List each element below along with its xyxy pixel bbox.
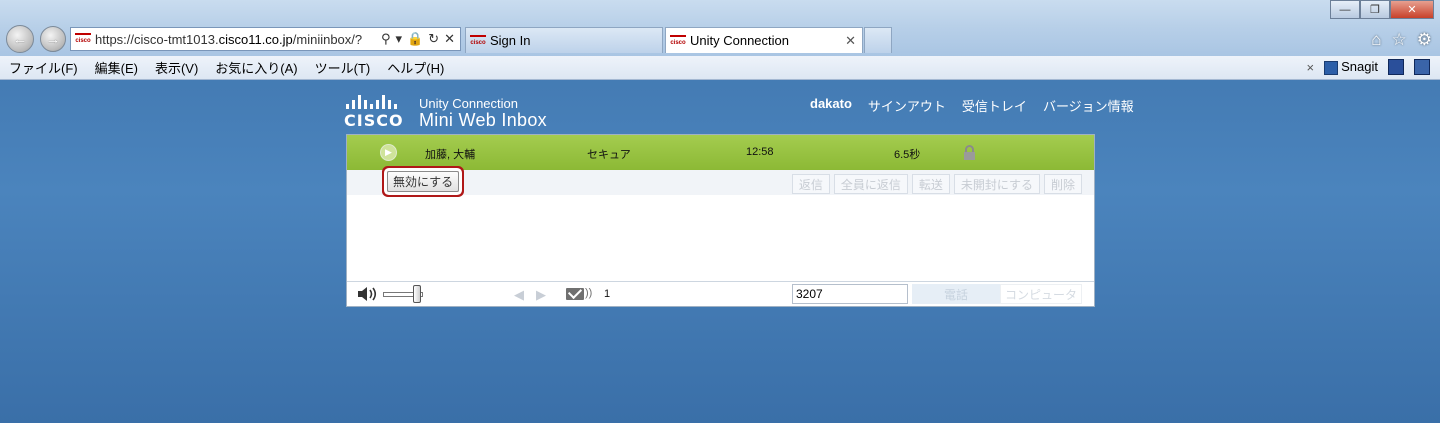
lock-icon — [964, 145, 975, 160]
menu-tools[interactable]: ツール(T) — [306, 58, 379, 77]
capture-icon[interactable] — [1414, 59, 1430, 75]
gear-icon[interactable]: ⚙ — [1417, 30, 1432, 50]
menu-favorites[interactable]: お気に入り(A) — [206, 58, 305, 77]
reply-all-button[interactable]: 全員に返信 — [833, 174, 908, 194]
favorites-star-icon[interactable]: ☆ — [1392, 30, 1407, 50]
phone-number-field[interactable] — [792, 284, 908, 304]
toolbar-close-icon[interactable]: × — [1307, 60, 1315, 75]
message-row[interactable]: ▶ 加藤, 大輔 セキュア 12:58 6.5秒 — [347, 135, 1094, 170]
url-path: /miniinbox/? — [292, 31, 363, 47]
phone-button[interactable]: 電話 — [912, 284, 1000, 304]
reply-button[interactable]: 返信 — [791, 174, 830, 194]
mark-unread-button[interactable]: 未開封にする — [953, 174, 1040, 194]
tab-sign-in[interactable]: cisco Sign In — [465, 27, 663, 53]
cisco-favicon-icon: cisco — [75, 33, 91, 45]
previous-message-icon[interactable]: ◀ — [514, 287, 524, 303]
new-tab-button[interactable] — [864, 27, 892, 53]
sound-wave-icon: )) — [585, 287, 593, 299]
username: dakato — [810, 96, 852, 111]
back-button[interactable]: ← — [6, 25, 34, 53]
message-sender: 加藤, 大輔 — [425, 149, 476, 161]
stop-icon[interactable]: ✕ — [444, 31, 455, 47]
forward-button[interactable]: → — [40, 26, 66, 52]
minimize-button[interactable]: — — [1330, 0, 1360, 19]
speaker-icon[interactable] — [357, 286, 379, 302]
cisco-favicon-icon: cisco — [670, 34, 686, 47]
url-scheme: https:// — [95, 31, 135, 47]
menu-file[interactable]: ファイル(F) — [0, 58, 86, 77]
computer-button[interactable]: コンピュータ — [1000, 284, 1082, 304]
window-controls: — ❐ ✕ — [1330, 0, 1434, 19]
message-duration: 6.5秒 — [894, 149, 921, 161]
message-type: セキュア — [587, 149, 631, 161]
address-text[interactable]: https://cisco-tmt1013.cisco11.co.jp/mini… — [95, 32, 377, 47]
menu-edit[interactable]: 編集(E) — [86, 58, 146, 77]
player-bar: ◀ ▶ )) 1 電話 コンピュータ — [347, 281, 1094, 306]
tab-label: Unity Connection — [690, 33, 789, 48]
cisco-wordmark: CISCO — [344, 111, 404, 130]
disable-button[interactable]: 無効にする — [387, 171, 460, 192]
play-button[interactable]: ▶ — [380, 144, 397, 161]
app-subtitle: Unity Connection — [419, 96, 518, 111]
refresh-icon[interactable]: ↻ — [428, 31, 439, 47]
browser-right-icons: ⌂ ☆ ⚙ — [1371, 30, 1432, 50]
inbox-link[interactable]: 受信トレイ — [962, 96, 1027, 115]
menu-view[interactable]: 表示(V) — [146, 58, 206, 77]
play-icon: ▶ — [385, 147, 392, 157]
message-count: 1 — [604, 288, 611, 300]
lock-icon[interactable]: 🔒 — [407, 31, 423, 47]
forward-message-button[interactable]: 転送 — [911, 174, 950, 194]
browser-titlebar: ← → cisco https://cisco-tmt1013.cisco11.… — [0, 0, 1440, 56]
actions-row: 無効にする 返信 全員に返信 転送 未開封にする 削除 — [347, 170, 1094, 195]
top-links: dakato サインアウト 受信トレイ バージョン情報 — [810, 96, 1134, 115]
snagit-label: Snagit — [1341, 59, 1378, 75]
tab-label: Sign In — [490, 33, 531, 48]
delete-button[interactable]: 削除 — [1043, 174, 1082, 194]
volume-slider-thumb[interactable] — [413, 285, 421, 303]
snagit-icon — [1324, 60, 1339, 75]
sign-out-link[interactable]: サインアウト — [868, 96, 946, 115]
version-info-link[interactable]: バージョン情報 — [1043, 96, 1134, 115]
url-host-prefix: cisco-tmt1013. — [134, 31, 219, 47]
calendar-icon[interactable] — [1388, 59, 1404, 75]
message-time: 12:58 — [746, 146, 774, 158]
next-message-icon[interactable]: ▶ — [536, 287, 546, 303]
inbox-panel: ▶ 加藤, 大輔 セキュア 12:58 6.5秒 無効にする 返信 全員に返信 … — [346, 134, 1095, 307]
close-window-button[interactable]: ✕ — [1390, 0, 1434, 19]
dropdown-arrow-icon[interactable]: ▾ — [396, 31, 403, 47]
app-title: Mini Web Inbox — [419, 110, 547, 130]
address-bar[interactable]: cisco https://cisco-tmt1013.cisco11.co.j… — [70, 27, 461, 51]
cisco-logo: CISCO — [344, 95, 410, 131]
snagit-button[interactable]: Snagit — [1324, 59, 1378, 75]
cisco-bars-icon — [344, 95, 410, 109]
search-icon[interactable]: ⚲ — [381, 31, 391, 47]
url-host-main: cisco11.co.jp — [218, 31, 293, 47]
tab-unity-connection[interactable]: cisco Unity Connection ✕ — [665, 27, 863, 53]
home-icon[interactable]: ⌂ — [1371, 30, 1381, 50]
cisco-favicon-icon: cisco — [470, 34, 486, 47]
voicemail-icon — [566, 288, 584, 300]
arrow-right-icon: → — [45, 30, 61, 48]
menu-bar: ファイル(F) 編集(E) 表示(V) お気に入り(A) ツール(T) ヘルプ(… — [0, 56, 1440, 80]
close-tab-icon[interactable]: ✕ — [845, 33, 856, 49]
restore-button[interactable]: ❐ — [1360, 0, 1390, 19]
arrow-left-icon: ← — [12, 30, 28, 48]
menu-help[interactable]: ヘルプ(H) — [378, 58, 452, 77]
